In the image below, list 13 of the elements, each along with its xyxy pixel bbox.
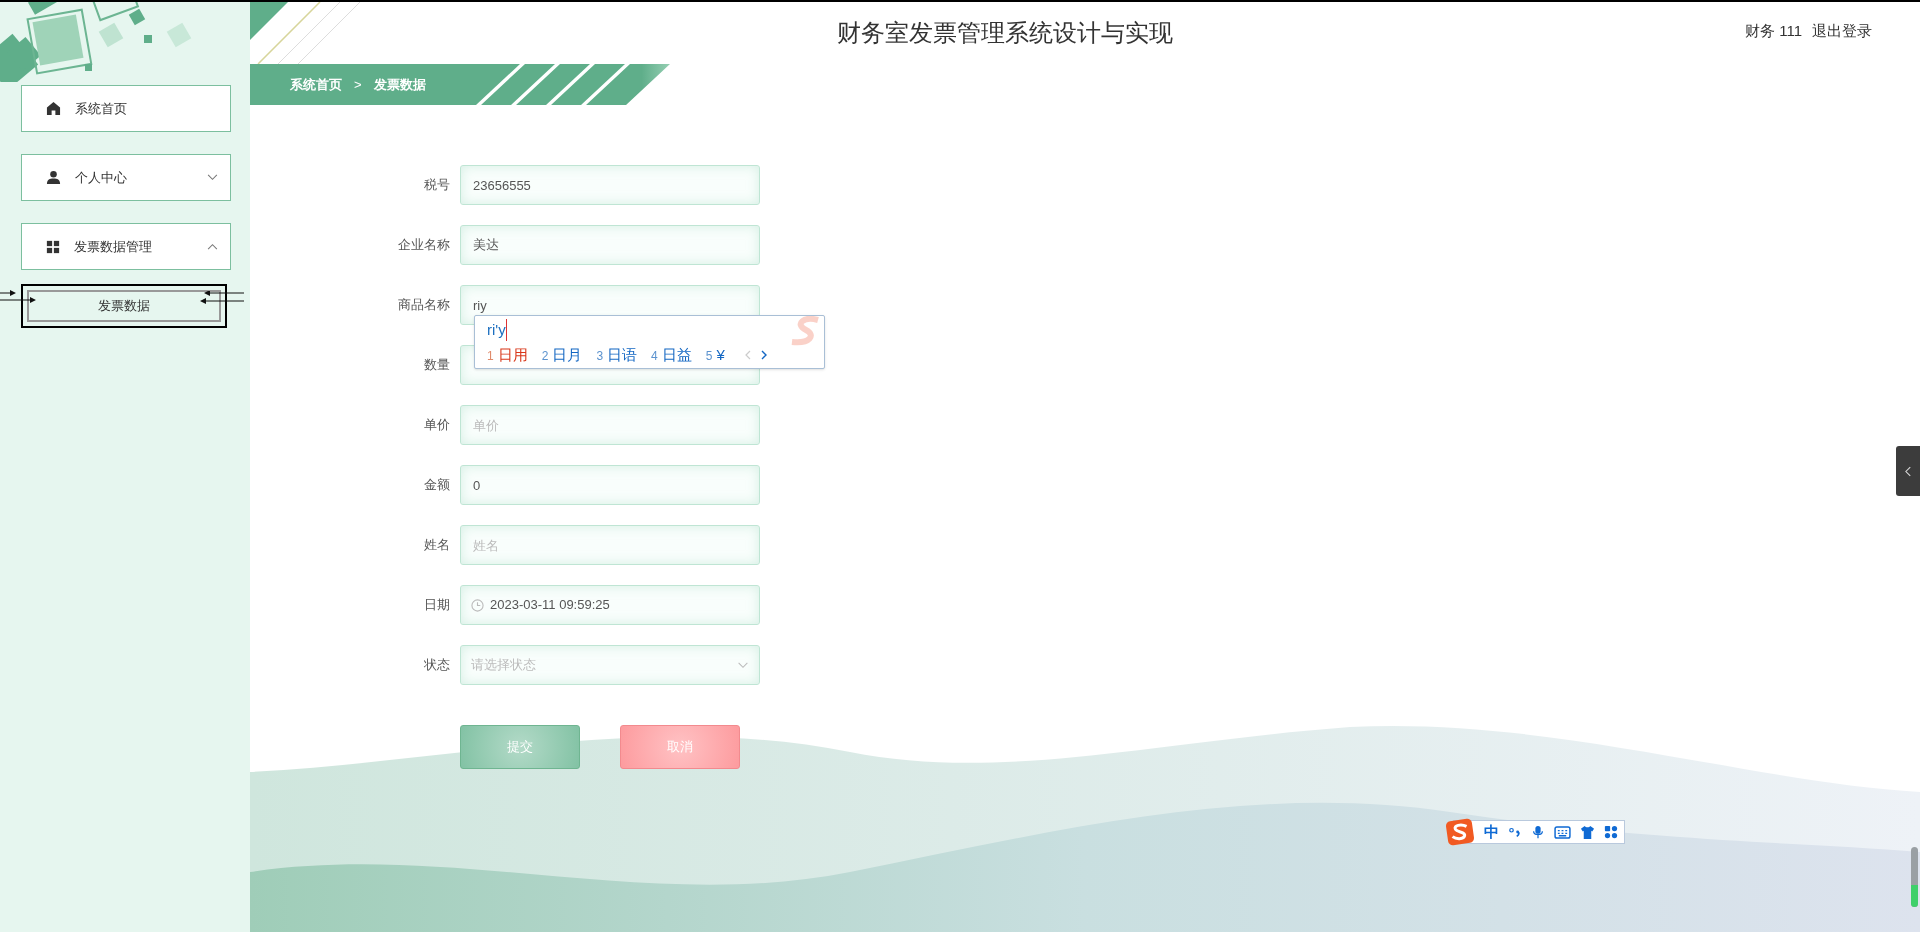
ime-composition: ri'y [487,318,507,342]
field-label: 商品名称 [397,296,451,315]
field-label: 数量 [423,356,451,375]
field-label: 姓名 [423,536,451,555]
page-title: 财务室发票管理系统设计与实现 [837,18,1173,48]
field-label: 金额 [423,476,451,495]
field-label: 单价 [423,416,451,435]
field-label: 税号 [423,176,451,195]
field-label: 状态 [423,656,451,675]
field-label: 企业名称 [397,236,451,255]
user-name: 财务 111 [1745,21,1802,41]
field-label: 日期 [423,596,451,615]
breadcrumb-separator: > [354,75,362,94]
